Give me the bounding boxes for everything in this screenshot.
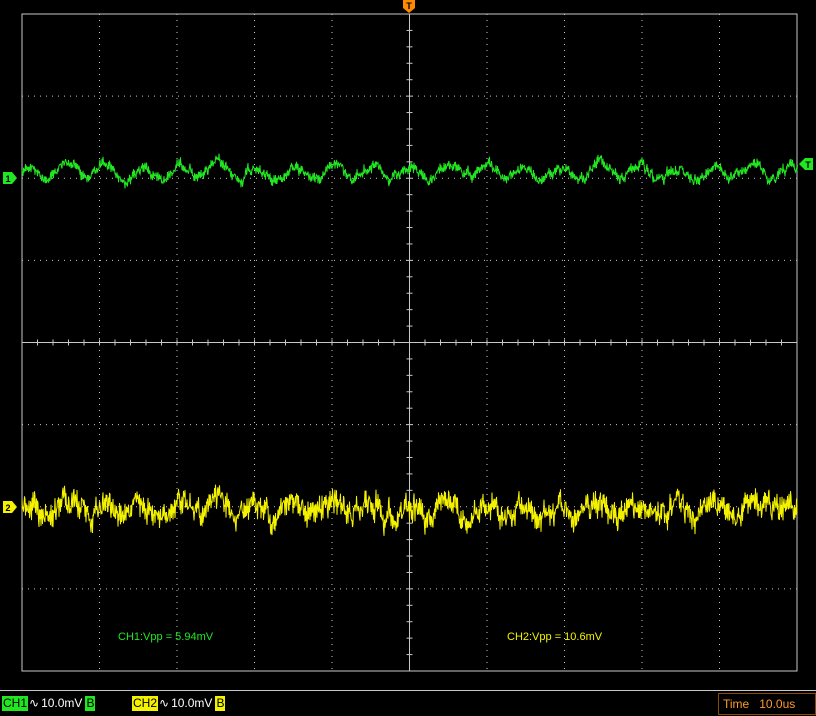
ch2-vpp-measurement: CH2:Vpp = 10.6mV (507, 631, 603, 643)
ch1-vpp-measurement: CH1:Vpp = 5.94mV (118, 631, 214, 643)
ch2-bandwidth-limit: B (215, 696, 226, 711)
ch1-bandwidth-limit: B (85, 696, 96, 711)
ch1-marker-label: 1 (5, 174, 10, 184)
ac-coupling-icon: ∿ (159, 696, 170, 710)
status-bar: CH1 ∿ 10.0mV B CH2 ∿ 10.0mV B Time 10.0us (0, 690, 816, 716)
ch2-marker-label: 2 (5, 503, 10, 513)
ch1-scale: 10.0mV (41, 696, 83, 710)
ch1-status[interactable]: CH1 ∿ 10.0mV B (2, 696, 96, 711)
ch2-status[interactable]: CH2 ∿ 10.0mV B (132, 696, 226, 711)
ch1-status-label: CH1 (2, 696, 29, 711)
trigger-level-label: T (805, 160, 811, 170)
trigger-position-label: T (406, 1, 412, 11)
oscilloscope-screen: T 1 2 T CH1:Vpp = 5.94mV CH2:Vpp = 10.6m… (0, 0, 816, 690)
timebase-status[interactable]: Time 10.0us (718, 693, 816, 715)
time-label: Time (723, 697, 750, 711)
ch2-scale: 10.0mV (171, 696, 213, 710)
ch2-status-label: CH2 (132, 696, 159, 711)
ac-coupling-icon: ∿ (29, 696, 40, 710)
time-value: 10.0us (759, 697, 796, 711)
